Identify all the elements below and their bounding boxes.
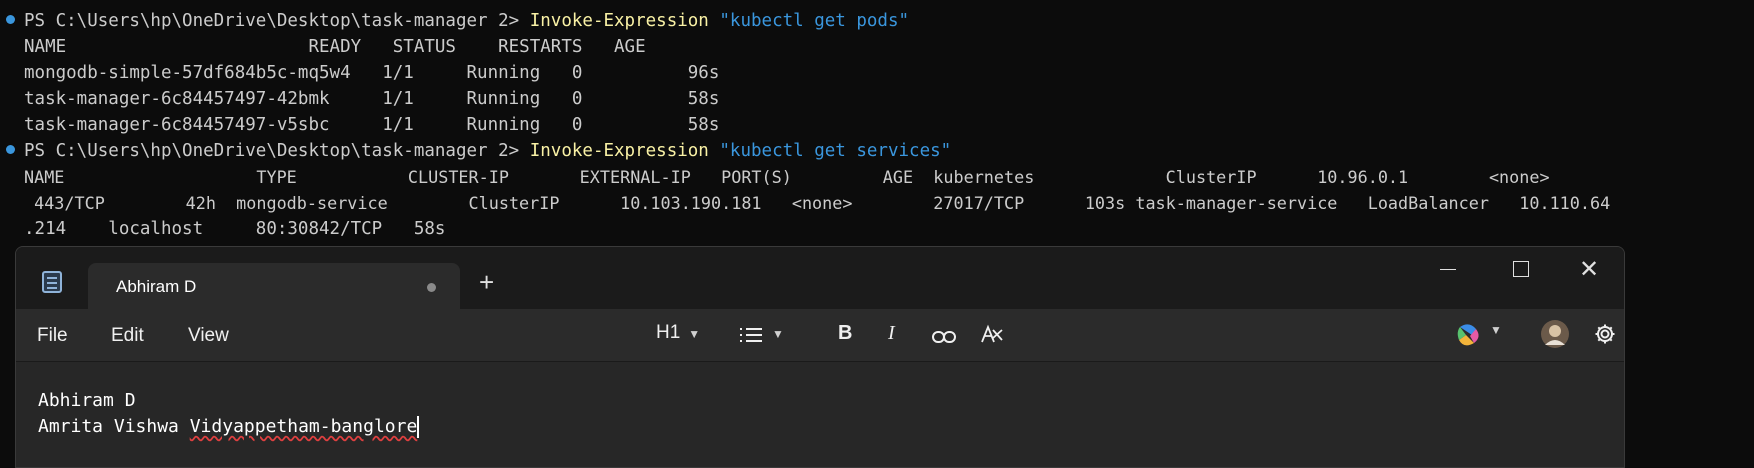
chevron-down-icon: ▼ xyxy=(1490,323,1502,337)
misspelled-word[interactable]: Vidyappetham-banglore xyxy=(190,416,418,437)
terminal-line-1: PS C:\Users\hp\OneDrive\Desktop\task-man… xyxy=(24,11,910,31)
editor-line-1: Abhiram D xyxy=(38,390,136,411)
notepad-icon xyxy=(42,271,62,293)
prompt-status-dot xyxy=(6,15,15,24)
terminal-line-3: mongodb-simple-57df684b5c-mq5w4 1/1 Runn… xyxy=(24,63,720,83)
settings-button[interactable] xyxy=(1594,323,1616,351)
maximize-button[interactable] xyxy=(1513,261,1529,277)
terminal-line-8: 443/TCP 42h mongodb-service ClusterIP 10… xyxy=(24,193,1611,213)
terminal-line-5: task-manager-6c84457497-v5sbc 1/1 Runnin… xyxy=(24,115,720,135)
menu-view[interactable]: View xyxy=(188,325,229,347)
terminal-line-7: NAME TYPE CLUSTER-IP EXTERNAL-IP PORT(S)… xyxy=(24,167,1550,187)
gear-icon xyxy=(1595,324,1615,344)
menu-edit[interactable]: Edit xyxy=(111,325,144,347)
heading-dropdown[interactable]: H1 ▼ xyxy=(656,322,700,344)
terminal-line-9: .214 localhost 80:30842/TCP 58s xyxy=(24,219,446,239)
clear-formatting-icon xyxy=(981,324,1003,343)
text-caret xyxy=(417,416,419,438)
avatar-image xyxy=(1541,320,1569,348)
copilot-button[interactable]: ▼ xyxy=(1456,323,1502,353)
editor-line-2: Amrita Vishwa Vidyappetham-banglore xyxy=(38,416,419,438)
link-button[interactable] xyxy=(932,328,956,350)
unsaved-dot-icon[interactable] xyxy=(427,283,436,292)
tab-title: Abhiram D xyxy=(116,277,197,296)
menu-file[interactable]: File xyxy=(37,325,68,347)
chevron-down-icon: ▼ xyxy=(688,327,701,341)
menu-bar: File Edit View H1 ▼ ▼ B I ▼ xyxy=(16,309,1624,362)
terminal-line-2: NAME READY STATUS RESTARTS AGE xyxy=(24,37,646,57)
notepad-window: Abhiram D + ✕ File Edit View H1 ▼ ▼ B I xyxy=(15,246,1625,468)
list-icon xyxy=(740,328,762,342)
text-editor[interactable]: Abhiram D Amrita Vishwa Vidyappetham-ban… xyxy=(16,362,1624,467)
list-dropdown[interactable]: ▼ xyxy=(740,327,784,349)
tab-document[interactable]: Abhiram D xyxy=(88,263,460,309)
title-bar[interactable]: Abhiram D + ✕ xyxy=(16,247,1624,309)
heading-label: H1 xyxy=(656,322,681,343)
bold-button[interactable]: B xyxy=(838,322,852,345)
terminal-line-4: task-manager-6c84457497-42bmk 1/1 Runnin… xyxy=(24,89,720,109)
terminal-line-6: PS C:\Users\hp\OneDrive\Desktop\task-man… xyxy=(24,141,952,161)
link-icon xyxy=(932,331,956,343)
italic-button[interactable]: I xyxy=(888,322,895,345)
avatar[interactable] xyxy=(1540,319,1570,355)
new-tab-button[interactable]: + xyxy=(479,269,494,295)
close-button[interactable]: ✕ xyxy=(1579,255,1599,283)
prompt-status-dot xyxy=(6,145,15,154)
copilot-icon xyxy=(1457,324,1479,346)
chevron-down-icon: ▼ xyxy=(772,327,784,341)
minimize-button[interactable] xyxy=(1440,269,1456,270)
clear-formatting-button[interactable] xyxy=(980,324,1004,352)
